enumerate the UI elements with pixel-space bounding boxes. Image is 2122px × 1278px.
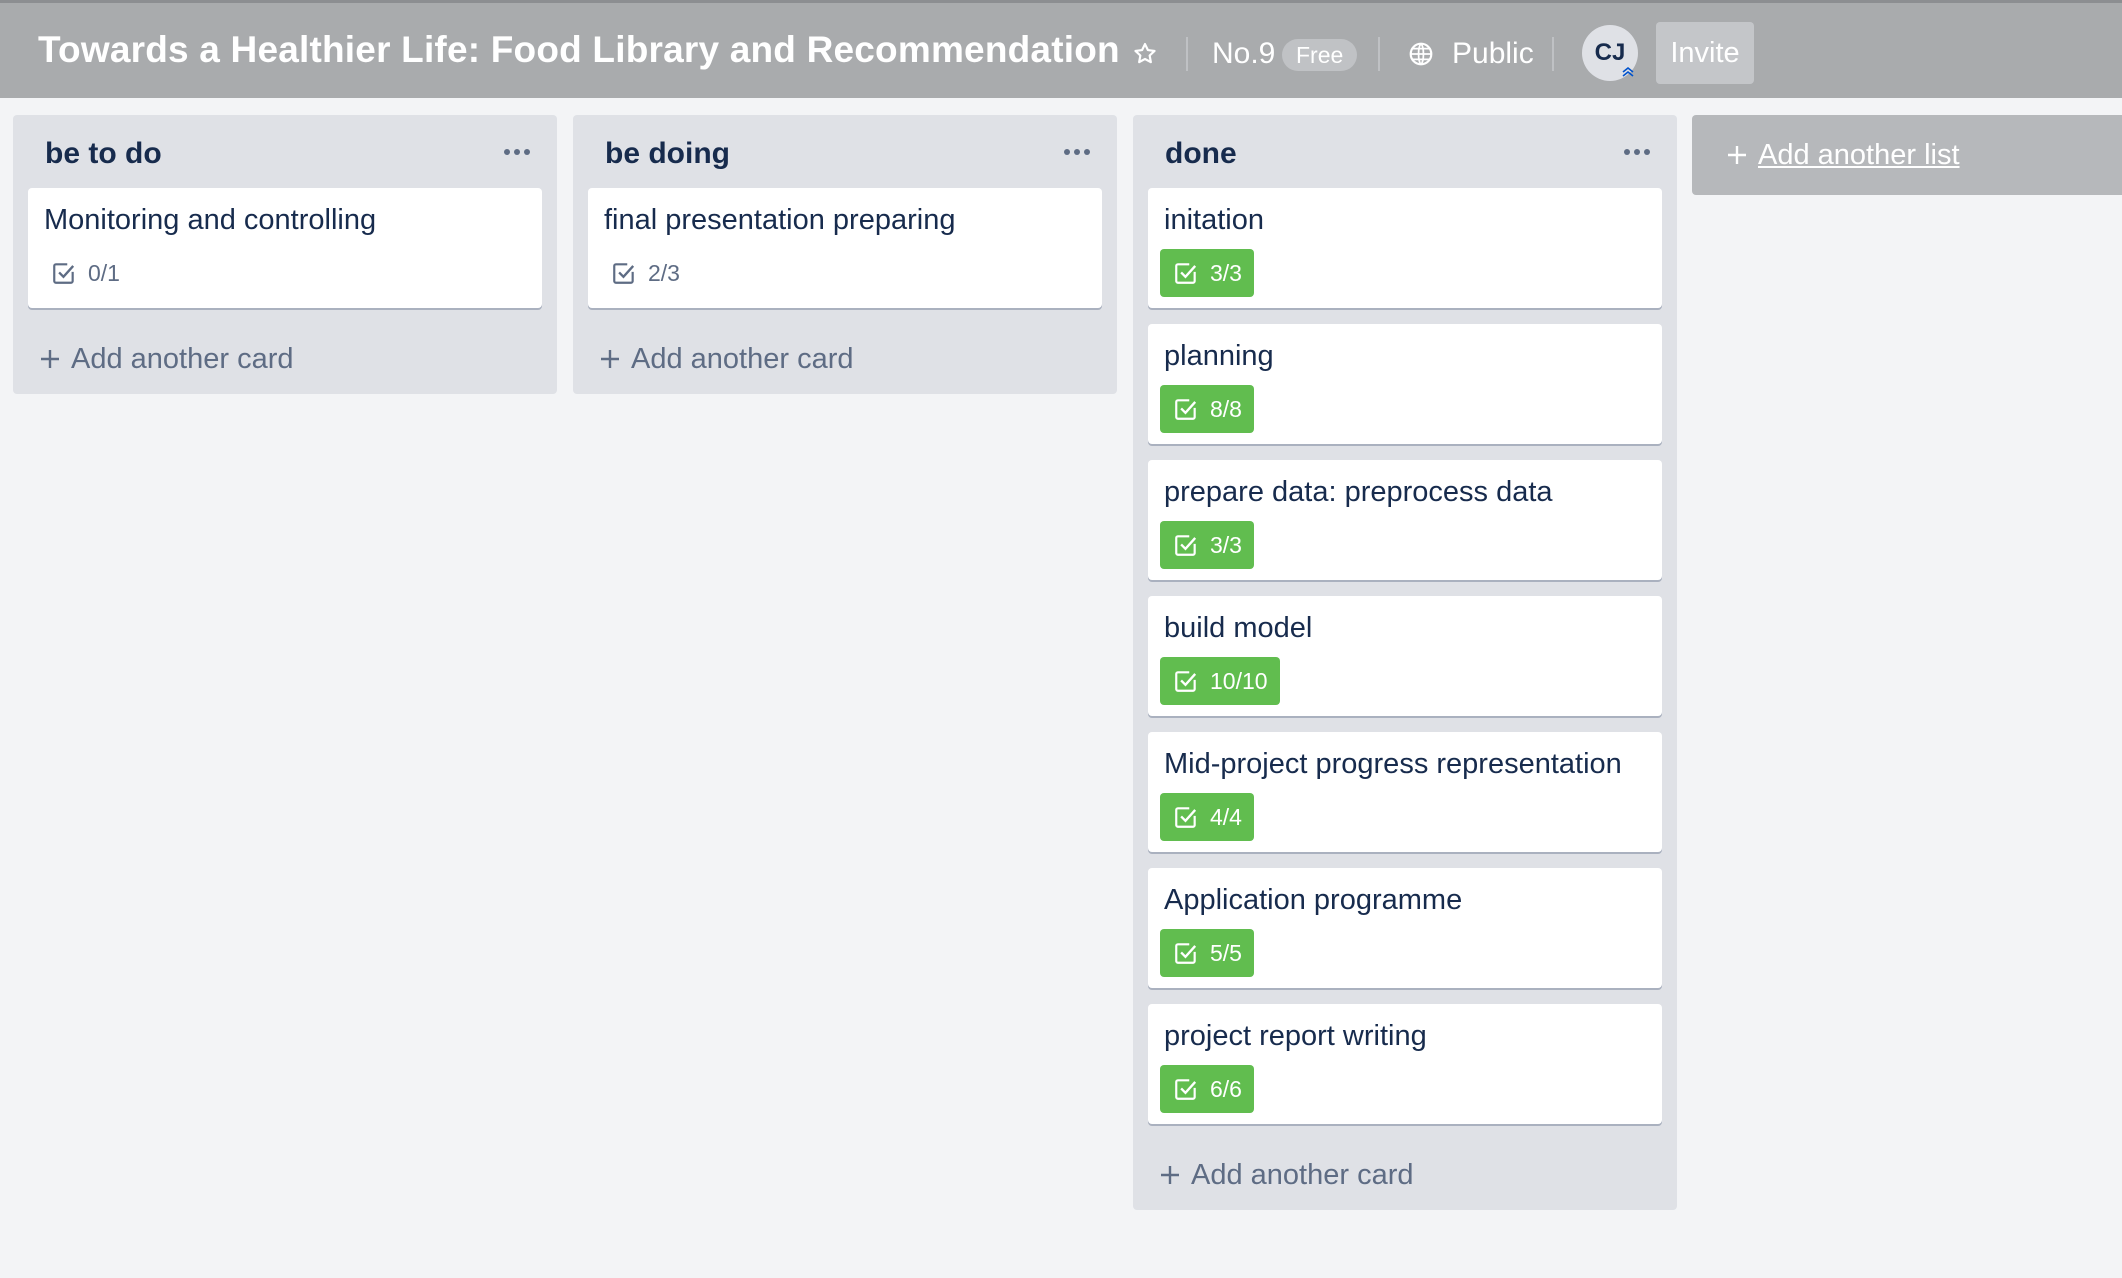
card-title: build model bbox=[1164, 612, 1313, 644]
add-card-button[interactable]: Add another card bbox=[13, 324, 557, 394]
header-divider bbox=[1552, 37, 1554, 71]
header-divider bbox=[1186, 37, 1188, 71]
checklist-icon bbox=[1172, 395, 1200, 423]
checklist-badge: 0/1 bbox=[38, 249, 132, 297]
checklist-badge: 3/3 bbox=[1160, 521, 1254, 569]
ellipsis-icon bbox=[1084, 149, 1090, 155]
ellipsis-icon bbox=[514, 149, 520, 155]
card-title: project report writing bbox=[1164, 1020, 1427, 1052]
list-header: be to do bbox=[13, 115, 557, 188]
globe-icon[interactable] bbox=[1406, 39, 1436, 69]
checklist-count: 3/3 bbox=[1210, 259, 1242, 286]
plus-icon bbox=[1724, 142, 1750, 168]
card[interactable]: build model 10/10 bbox=[1148, 596, 1662, 716]
checklist-count: 8/8 bbox=[1210, 395, 1242, 422]
ellipsis-icon bbox=[524, 149, 530, 155]
list-header: be doing bbox=[573, 115, 1117, 188]
list-header: done bbox=[1133, 115, 1677, 188]
invite-button[interactable]: Invite bbox=[1656, 22, 1754, 84]
card-list: final presentation preparing 2/3 bbox=[573, 188, 1117, 308]
checklist-badge: 8/8 bbox=[1160, 385, 1254, 433]
ellipsis-icon bbox=[1624, 149, 1630, 155]
list-menu-button[interactable] bbox=[1057, 135, 1097, 169]
checklist-badge: 3/3 bbox=[1160, 249, 1254, 297]
checklist-icon bbox=[1172, 667, 1200, 695]
list-done: done initation 3/3 planning 8/8 prepare … bbox=[1133, 115, 1677, 1210]
plan-badge: Free bbox=[1282, 39, 1358, 71]
plus-icon bbox=[37, 346, 63, 372]
add-card-label: Add another card bbox=[631, 342, 854, 375]
card-list: initation 3/3 planning 8/8 prepare data:… bbox=[1133, 188, 1677, 1124]
checklist-icon bbox=[50, 259, 78, 287]
list-be-to-do: be to do Monitoring and controlling 0/1 … bbox=[13, 115, 557, 394]
add-list-label: Add another list bbox=[1758, 138, 1960, 171]
card[interactable]: Mid-project progress representation 4/4 bbox=[1148, 732, 1662, 852]
add-list-button[interactable]: Add another list bbox=[1692, 115, 2122, 195]
card-title: planning bbox=[1164, 340, 1274, 372]
ellipsis-icon bbox=[1074, 149, 1080, 155]
checklist-badge: 10/10 bbox=[1160, 657, 1280, 705]
checklist-icon bbox=[1172, 1075, 1200, 1103]
checklist-count: 0/1 bbox=[88, 259, 120, 286]
card-title: prepare data: preprocess data bbox=[1164, 476, 1553, 508]
ellipsis-icon bbox=[504, 149, 510, 155]
ellipsis-icon bbox=[1064, 149, 1070, 155]
checklist-icon bbox=[1172, 259, 1200, 287]
add-card-label: Add another card bbox=[71, 342, 294, 375]
list-title[interactable]: done bbox=[1165, 137, 1237, 171]
card-title: final presentation preparing bbox=[604, 204, 956, 236]
checklist-badge: 4/4 bbox=[1160, 793, 1254, 841]
add-card-button[interactable]: Add another card bbox=[1133, 1140, 1677, 1210]
card[interactable]: Monitoring and controlling 0/1 bbox=[28, 188, 542, 308]
checklist-badge: 2/3 bbox=[598, 249, 692, 297]
card-title: Monitoring and controlling bbox=[44, 204, 377, 236]
checklist-count: 5/5 bbox=[1210, 939, 1242, 966]
team-name[interactable]: No.9 bbox=[1212, 37, 1275, 71]
checklist-icon bbox=[1172, 531, 1200, 559]
card-title: Application programme bbox=[1164, 884, 1463, 916]
add-card-label: Add another card bbox=[1191, 1158, 1414, 1191]
checklist-count: 4/4 bbox=[1210, 803, 1242, 830]
header-divider bbox=[1378, 37, 1380, 71]
checklist-icon bbox=[1172, 803, 1200, 831]
plus-icon bbox=[1157, 1162, 1183, 1188]
checklist-icon bbox=[610, 259, 638, 287]
ellipsis-icon bbox=[1634, 149, 1640, 155]
card[interactable]: project report writing 6/6 bbox=[1148, 1004, 1662, 1124]
ellipsis-icon bbox=[1644, 149, 1650, 155]
plus-icon bbox=[597, 346, 623, 372]
star-icon[interactable] bbox=[1130, 39, 1160, 69]
board-title[interactable]: Towards a Healthier Life: Food Library a… bbox=[38, 29, 1120, 71]
card-list: Monitoring and controlling 0/1 bbox=[13, 188, 557, 308]
checklist-count: 3/3 bbox=[1210, 531, 1242, 558]
admin-chevron-icon bbox=[1619, 62, 1637, 80]
board-header: Towards a Healthier Life: Food Library a… bbox=[0, 0, 2122, 98]
list-be-doing: be doing final presentation preparing 2/… bbox=[573, 115, 1117, 394]
checklist-badge: 6/6 bbox=[1160, 1065, 1254, 1113]
list-title[interactable]: be to do bbox=[45, 137, 162, 171]
add-card-button[interactable]: Add another card bbox=[573, 324, 1117, 394]
card[interactable]: prepare data: preprocess data 3/3 bbox=[1148, 460, 1662, 580]
list-menu-button[interactable] bbox=[497, 135, 537, 169]
visibility-button[interactable]: Public bbox=[1452, 37, 1534, 71]
card-title: Mid-project progress representation bbox=[1164, 748, 1622, 780]
list-menu-button[interactable] bbox=[1617, 135, 1657, 169]
checklist-icon bbox=[1172, 939, 1200, 967]
list-title[interactable]: be doing bbox=[605, 137, 730, 171]
checklist-count: 2/3 bbox=[648, 259, 680, 286]
checklist-count: 10/10 bbox=[1210, 667, 1268, 694]
card[interactable]: planning 8/8 bbox=[1148, 324, 1662, 444]
checklist-count: 6/6 bbox=[1210, 1075, 1242, 1102]
checklist-badge: 5/5 bbox=[1160, 929, 1254, 977]
card-title: initation bbox=[1164, 204, 1264, 236]
card[interactable]: final presentation preparing 2/3 bbox=[588, 188, 1102, 308]
card[interactable]: Application programme 5/5 bbox=[1148, 868, 1662, 988]
card[interactable]: initation 3/3 bbox=[1148, 188, 1662, 308]
